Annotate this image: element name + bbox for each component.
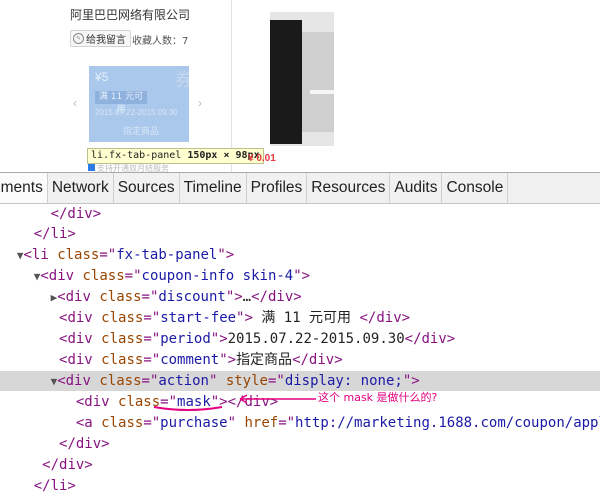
product-image[interactable] — [270, 12, 334, 146]
coupon-start-fee: 满 11 元可用 — [95, 91, 147, 115]
webpage-area: 阿里巴巴网络有限公司 ✎ 给我留言 收藏人数：7 ‹ › ¥5 券 满 11 元… — [0, 0, 600, 172]
tooltip-selector: li.fx-tab-panel — [91, 150, 182, 161]
devtools-panel: ements Network Sources Timeline Profiles… — [0, 172, 600, 500]
product-price: ¥ 0.01 — [248, 153, 276, 164]
leave-message-button[interactable]: ✎ 给我留言 — [70, 30, 131, 47]
message-icon: ✎ — [73, 33, 84, 44]
annotation-question: 这个 mask 是做什么的? — [318, 391, 438, 404]
dom-node-line[interactable]: </li> — [0, 476, 600, 496]
coupon-period: 2015.07.22-2015.09.30 — [95, 108, 178, 117]
dom-node-line[interactable]: ▶<div class="discount">…</div> — [0, 287, 600, 307]
dom-node-line[interactable]: </div> — [0, 204, 600, 224]
dom-node-line[interactable]: <div class="comment">指定商品</div> — [0, 350, 600, 370]
dom-node-line[interactable]: ▼<div class="coupon-info skin-4"> — [0, 266, 600, 286]
annotation-underline — [153, 406, 223, 411]
dom-node-line[interactable]: </li> — [0, 224, 600, 244]
favorites-count: 收藏人数：7 — [132, 36, 189, 47]
dom-node-line[interactable]: <a class="purchase" href="http://marketi… — [0, 413, 600, 433]
service-note: 支持开通双月结服务 — [88, 163, 169, 172]
tab-timeline[interactable]: Timeline — [180, 173, 247, 203]
dom-node-line-selected[interactable]: ▼<div class="action" style="display: non… — [0, 371, 600, 391]
carousel-prev-arrow-icon[interactable]: ‹ — [73, 96, 77, 110]
product-image-part — [302, 32, 334, 132]
tab-network[interactable]: Network — [48, 173, 114, 203]
leave-message-label: 给我留言 — [86, 35, 126, 46]
tab-audits[interactable]: Audits — [390, 173, 443, 203]
divider — [231, 0, 232, 172]
tab-console[interactable]: Console — [442, 173, 509, 203]
tab-elements[interactable]: ements — [0, 173, 48, 203]
company-name[interactable]: 阿里巴巴网络有限公司 — [70, 6, 190, 23]
dom-node-line[interactable]: ▼<li class="fx-tab-panel"> — [0, 245, 600, 265]
tab-sources[interactable]: Sources — [114, 173, 180, 203]
dom-node-line[interactable]: </div> — [0, 455, 600, 475]
tab-resources[interactable]: Resources — [307, 173, 391, 203]
carousel-next-arrow-icon[interactable]: › — [198, 96, 202, 110]
coupon-watermark: 券 — [175, 70, 189, 90]
dom-node-line[interactable]: </div> — [0, 434, 600, 454]
coupon-comment: 指定商品 — [123, 127, 160, 137]
inspector-tooltip: li.fx-tab-panel 150px × 98px — [87, 148, 264, 164]
coupon-panel-highlighted[interactable]: ¥5 券 满 11 元可用 2015.07.22-2015.09.30 指定商品 — [89, 66, 189, 142]
devtools-tab-bar: ements Network Sources Timeline Profiles… — [0, 172, 600, 204]
dom-node-line[interactable]: <div class="period">2015.07.22-2015.09.3… — [0, 329, 600, 349]
product-image-part — [310, 90, 334, 94]
service-icon — [88, 164, 95, 171]
tab-profiles[interactable]: Profiles — [247, 173, 308, 203]
product-image-part — [270, 20, 302, 144]
dom-tree[interactable]: </div> </li> ▼<li class="fx-tab-panel"> … — [0, 204, 600, 500]
dom-node-line[interactable]: <div class="start-fee"> 满 11 元可用 </div> — [0, 308, 600, 328]
annotation-arrow-icon — [239, 394, 316, 404]
coupon-discount: ¥5 — [95, 70, 109, 84]
service-note-label: 支持开通双月结服务 — [97, 164, 169, 172]
